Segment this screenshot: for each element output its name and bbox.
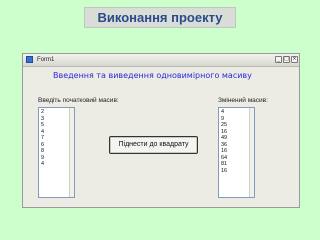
- window-titlebar[interactable]: Form1 _ □ ×: [23, 54, 299, 67]
- minimize-button[interactable]: _: [275, 56, 282, 63]
- square-button[interactable]: Піднести до квадрату: [109, 136, 198, 154]
- slide-title: Виконання проекту: [84, 7, 236, 28]
- output-array-memo[interactable]: 4 9 25 16 49 36 16 64 81 16: [218, 107, 255, 198]
- input-array-label: Введіть початковий масив:: [38, 97, 119, 104]
- maximize-button[interactable]: □: [283, 56, 290, 63]
- input-array-memo[interactable]: 2 3 5 4 7 6 8 9 4: [38, 107, 75, 198]
- app-icon: [26, 56, 33, 63]
- output-memo-scrollbar[interactable]: [249, 108, 254, 197]
- form-heading: Введення та виведення одновимірного маси…: [53, 71, 252, 80]
- close-button[interactable]: ×: [291, 56, 298, 63]
- input-memo-scrollbar[interactable]: [69, 108, 74, 197]
- app-window: Form1 _ □ × Введення та виведення однови…: [22, 53, 300, 208]
- window-title: Form1: [37, 57, 55, 63]
- output-array-label: Змінений масив:: [218, 97, 268, 104]
